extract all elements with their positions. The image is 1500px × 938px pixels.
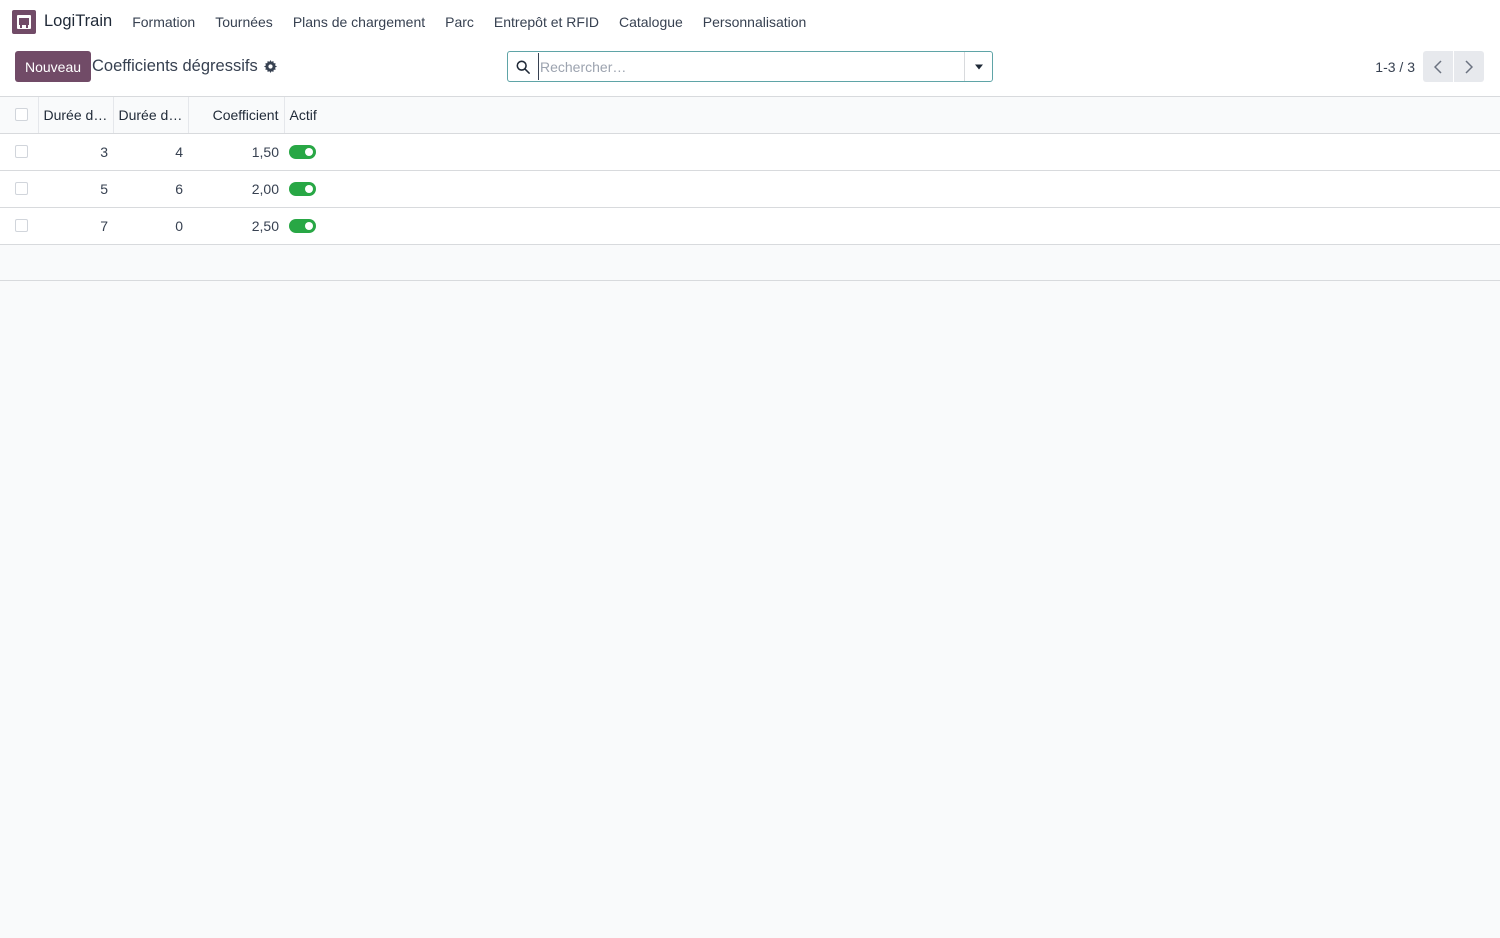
- cell-duree-min[interactable]: 3: [38, 133, 113, 170]
- select-all-checkbox[interactable]: [15, 108, 28, 122]
- top-navbar: LogiTrain Formation Tournées Plans de ch…: [0, 0, 1500, 43]
- search-options-toggle[interactable]: [964, 52, 992, 81]
- column-header-coefficient[interactable]: Coefficient: [188, 97, 285, 134]
- app-name[interactable]: LogiTrain: [44, 12, 112, 31]
- cell-coefficient[interactable]: 2,50: [188, 207, 284, 244]
- table-header-row: Durée d'… Durée d'… Coefficient Actif: [0, 97, 1500, 134]
- active-toggle[interactable]: [289, 181, 316, 196]
- nav-item-personnalisation[interactable]: Personnalisation: [703, 14, 807, 30]
- nav-item-entrepot-rfid[interactable]: Entrepôt et RFID: [494, 14, 599, 30]
- nav-item-parc[interactable]: Parc: [445, 14, 474, 30]
- nav-item-tournees[interactable]: Tournées: [215, 14, 273, 30]
- select-all-cell: [0, 97, 39, 134]
- toggle-knob: [305, 147, 313, 156]
- list-view: Durée d'… Durée d'… Coefficient Actif 3 …: [0, 97, 1500, 281]
- toggle-knob: [305, 221, 313, 230]
- page-title-text: Coefficients dégressifs: [92, 57, 258, 75]
- new-button[interactable]: Nouveau: [15, 51, 92, 82]
- pager-value[interactable]: 1-3 / 3: [1375, 59, 1415, 75]
- cell-duree-min[interactable]: 5: [38, 170, 113, 207]
- nav-item-plans-chargement[interactable]: Plans de chargement: [293, 14, 425, 30]
- column-header-duree-max[interactable]: Durée d'…: [113, 97, 189, 134]
- column-header-duree-min[interactable]: Durée d'…: [38, 97, 114, 134]
- cell-duree-max[interactable]: 0: [113, 207, 188, 244]
- table-row[interactable]: 3 4 1,50: [0, 133, 1500, 170]
- nav-item-formation[interactable]: Formation: [132, 14, 195, 30]
- row-checkbox[interactable]: [15, 182, 28, 195]
- list-table: Durée d'… Durée d'… Coefficient Actif 3 …: [0, 97, 1500, 281]
- toggle-knob: [305, 184, 313, 193]
- search-box: [507, 51, 993, 82]
- table-row[interactable]: 5 6 2,00: [0, 170, 1500, 207]
- page-title: Coefficients dégressifs: [92, 57, 277, 76]
- row-checkbox[interactable]: [15, 145, 28, 158]
- table-footer-row: [0, 244, 1500, 280]
- control-panel: Nouveau Coefficients dégressifs 1-3 / 3: [0, 43, 1500, 97]
- pager-previous-button[interactable]: [1423, 51, 1453, 82]
- cell-duree-min[interactable]: 7: [38, 207, 113, 244]
- caret-down-icon: [974, 64, 983, 69]
- table-row[interactable]: 7 0 2,50: [0, 207, 1500, 244]
- cell-coefficient[interactable]: 1,50: [188, 133, 284, 170]
- column-header-actif[interactable]: Actif: [284, 97, 1500, 134]
- chevron-left-icon: [1434, 59, 1442, 74]
- pager-next-button[interactable]: [1454, 51, 1484, 82]
- app-logo-icon[interactable]: [12, 9, 36, 34]
- search-input[interactable]: [538, 53, 964, 80]
- nav-item-catalogue[interactable]: Catalogue: [619, 14, 683, 30]
- cell-duree-max[interactable]: 6: [113, 170, 188, 207]
- search-icon: [508, 60, 538, 74]
- pager: 1-3 / 3: [1375, 51, 1484, 82]
- chevron-right-icon: [1465, 59, 1473, 74]
- active-toggle[interactable]: [289, 144, 316, 159]
- cell-coefficient[interactable]: 2,00: [188, 170, 284, 207]
- row-checkbox[interactable]: [15, 219, 28, 232]
- cell-duree-max[interactable]: 4: [113, 133, 188, 170]
- active-toggle[interactable]: [289, 218, 316, 233]
- gear-icon[interactable]: [263, 60, 277, 73]
